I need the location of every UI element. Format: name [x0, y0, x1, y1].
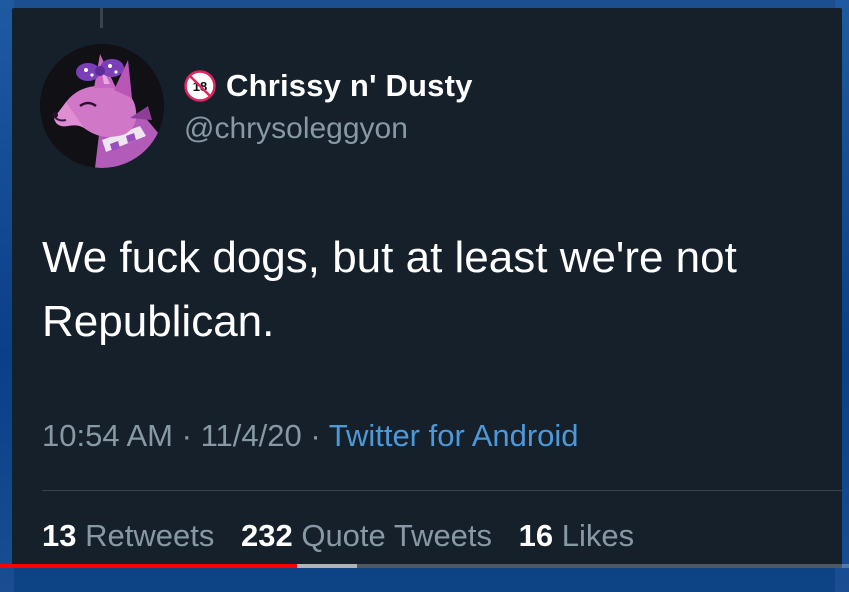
tweet-date[interactable]: 11/4/20: [201, 418, 302, 453]
likes-label: Likes: [561, 518, 635, 553]
quote-tweets-stat[interactable]: 232 Quote Tweets: [241, 518, 501, 553]
author-handle[interactable]: @chrysoleggyon: [184, 112, 473, 146]
tweet-source-link[interactable]: Twitter for Android: [329, 418, 579, 453]
tweet-text: We fuck dogs, but at least we're not Rep…: [42, 233, 737, 346]
meta-separator: ·: [181, 418, 192, 453]
author-display-name[interactable]: Chrissy n' Dusty: [226, 68, 473, 104]
video-played-bar: [0, 564, 298, 568]
purple-fursona-dog-avatar-icon: [40, 44, 164, 168]
tweet-time[interactable]: 10:54 AM: [42, 418, 173, 453]
retweets-label: Retweets: [85, 518, 215, 553]
author-name-row[interactable]: 18 Chrissy n' Dusty: [184, 66, 473, 106]
quote-tweets-label: Quote Tweets: [301, 518, 493, 553]
meta-separator: ·: [310, 418, 321, 453]
likes-count: 16: [518, 518, 554, 553]
retweets-count: 13: [42, 518, 77, 553]
quote-tweets-count: 232: [240, 518, 293, 553]
tweet-meta: 10:54 AM · 11/4/20 · Twitter for Android: [42, 418, 579, 454]
retweets-stat[interactable]: 13 Retweets: [42, 518, 223, 553]
likes-stat[interactable]: 16 Likes: [519, 518, 634, 553]
divider: [42, 490, 842, 491]
video-progress-bar[interactable]: [0, 564, 849, 568]
no-under-18-icon: 18: [184, 70, 216, 102]
tweet-header: 18 Chrissy n' Dusty @chrysoleggyon: [184, 66, 473, 146]
tweet-card: 18 Chrissy n' Dusty @chrysoleggyon We fu…: [12, 8, 842, 568]
thread-connector-line: [100, 8, 103, 28]
tweet-stats: 13 Retweets 232 Quote Tweets 16 Likes: [42, 518, 652, 554]
video-buffered-bar: [297, 564, 357, 568]
avatar[interactable]: [40, 44, 164, 168]
